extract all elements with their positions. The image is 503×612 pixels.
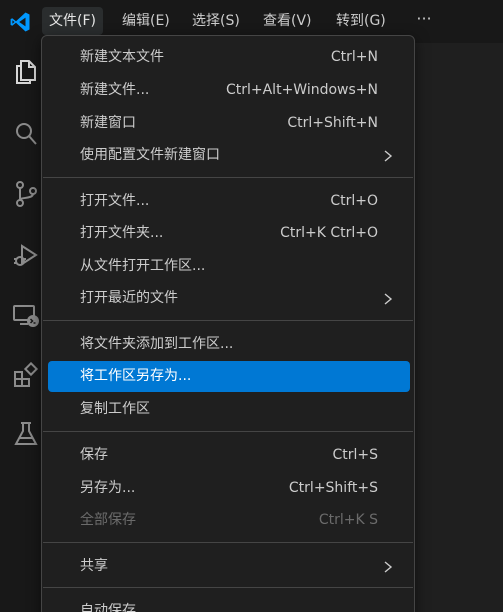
menu-item-shortcut: Ctrl+S: [332, 447, 378, 463]
menu-item-duplicate-workspace[interactable]: 复制工作区: [48, 394, 410, 425]
menu-item-open-folder[interactable]: 打开文件夹... Ctrl+K Ctrl+O: [48, 218, 410, 249]
menu-item-share[interactable]: 共享: [48, 551, 410, 582]
menu-item-label: 从文件打开工作区...: [80, 258, 206, 274]
menu-item-new-text-file[interactable]: 新建文本文件 Ctrl+N: [48, 42, 410, 73]
menu-item-open-recent[interactable]: 打开最近的文件: [48, 283, 410, 314]
menu-separator: [43, 587, 413, 588]
menu-item-save-all[interactable]: 全部保存 Ctrl+K S: [48, 505, 410, 536]
menu-selection[interactable]: 选择(S): [185, 7, 247, 35]
menu-item-label: 将工作区另存为...: [80, 368, 192, 384]
menu-item-auto-save[interactable]: 自动保存: [48, 596, 410, 612]
testing-icon[interactable]: [12, 420, 40, 448]
menu-item-shortcut: Ctrl+Shift+N: [287, 115, 378, 131]
menu-separator: [43, 431, 413, 432]
vscode-logo-icon: [10, 12, 30, 32]
menu-item-new-file[interactable]: 新建文件... Ctrl+Alt+Windows+N: [48, 75, 410, 106]
menu-item-label: 新建文件...: [80, 82, 150, 98]
menu-item-shortcut: Ctrl+Alt+Windows+N: [225, 82, 378, 98]
source-control-icon[interactable]: [12, 180, 40, 208]
menu-file[interactable]: 文件(F): [42, 7, 103, 35]
menu-item-new-window-with-profile[interactable]: 使用配置文件新建窗口: [48, 140, 410, 171]
menu-separator: [43, 177, 413, 178]
menu-item-label: 全部保存: [80, 512, 136, 528]
menu-item-save-as[interactable]: 另存为... Ctrl+Shift+S: [48, 473, 410, 504]
menu-item-label: 打开文件...: [80, 193, 150, 209]
remote-explorer-icon[interactable]: [12, 302, 40, 330]
menu-item-shortcut: Ctrl+Shift+S: [288, 480, 378, 496]
menu-item-label: 自动保存: [80, 603, 136, 612]
extensions-icon[interactable]: [12, 362, 40, 390]
menu-separator: [43, 320, 413, 321]
menu-item-label: 打开最近的文件: [80, 290, 178, 306]
menu-go[interactable]: 转到(G): [329, 7, 393, 35]
menu-item-label: 复制工作区: [80, 401, 150, 417]
menu-separator: [43, 542, 413, 543]
menu-view[interactable]: 查看(V): [256, 7, 319, 35]
menu-edit[interactable]: 编辑(E): [115, 7, 177, 35]
menu-item-shortcut: Ctrl+N: [330, 49, 378, 65]
chevron-right-icon: [384, 293, 393, 305]
search-icon[interactable]: [12, 120, 40, 148]
menu-item-save-workspace-as[interactable]: 将工作区另存为...: [48, 361, 410, 392]
menu-item-label: 将文件夹添加到工作区...: [80, 336, 234, 352]
chevron-right-icon: [384, 150, 393, 162]
menu-item-open-file[interactable]: 打开文件... Ctrl+O: [48, 186, 410, 217]
menu-item-shortcut: Ctrl+O: [330, 193, 378, 209]
menu-item-label: 新建窗口: [80, 115, 136, 131]
menu-item-label: 打开文件夹...: [80, 225, 164, 241]
menu-item-shortcut: Ctrl+K Ctrl+O: [280, 225, 378, 241]
menu-item-shortcut: Ctrl+K S: [318, 512, 378, 528]
menu-item-label: 新建文本文件: [80, 49, 164, 65]
menu-item-save[interactable]: 保存 Ctrl+S: [48, 440, 410, 471]
menu-item-label: 保存: [80, 447, 108, 463]
menu-item-label: 共享: [80, 558, 108, 574]
menu-item-new-window[interactable]: 新建窗口 Ctrl+Shift+N: [48, 108, 410, 139]
menu-item-label: 另存为...: [80, 480, 136, 496]
more-menus-button[interactable]: ···: [411, 7, 437, 35]
chevron-right-icon: [384, 561, 393, 573]
run-debug-icon[interactable]: [12, 242, 40, 270]
explorer-icon[interactable]: [12, 57, 40, 85]
menu-item-open-workspace-from-file[interactable]: 从文件打开工作区...: [48, 251, 410, 282]
menu-item-label: 使用配置文件新建窗口: [80, 147, 220, 163]
vscode-window: 文件(F) 编辑(E) 选择(S) 查看(V) 转到(G) ··· 新建文本文件…: [0, 0, 503, 612]
file-menu-dropdown: 新建文本文件 Ctrl+N 新建文件... Ctrl+Alt+Windows+N…: [41, 35, 415, 612]
menu-item-add-folder-to-workspace[interactable]: 将文件夹添加到工作区...: [48, 329, 410, 360]
